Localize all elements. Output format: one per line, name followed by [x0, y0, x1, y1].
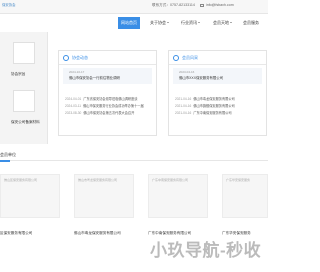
chevron-down-icon	[230, 22, 232, 24]
nav-about[interactable]: 关于协会	[147, 17, 172, 29]
member-card[interactable]: 佛山市粤龙保安服务有限公司 佛山市粤龙保安服务有限公司	[74, 174, 134, 236]
member-featured-title[interactable]: 佛山市XXX保安服务有限公司	[179, 75, 223, 80]
nav-industry-news[interactable]: 行业资讯	[178, 17, 203, 29]
top-bar: 保安协会 联系方式：0757-82133114 info@fsbaxh.com	[0, 0, 268, 14]
nav-member-services[interactable]: 会员服务	[240, 17, 262, 29]
sidebar-icon-box[interactable]	[13, 42, 35, 64]
nav-home[interactable]: 网站首页	[118, 17, 140, 29]
member-logo[interactable]: 广东华安保安服务	[222, 174, 268, 218]
members-section-title: 会员单位	[0, 152, 16, 157]
news-featured[interactable]: 2024-10-17 佛山市保安协会一行前往物业调研	[63, 68, 152, 84]
main-nav: 网站首页 关于协会 行业资讯 会员天地 会员服务	[0, 17, 268, 30]
member-card[interactable]: 广东中南保安服务有限公司 广东中南保安服务有限公司	[148, 174, 208, 235]
mail-icon	[199, 3, 204, 7]
member-logo[interactable]: 佛山区保安服务有限公司	[0, 174, 60, 218]
chevron-down-icon	[198, 22, 200, 24]
member-name[interactable]: 区保安服务有限公司	[0, 231, 32, 236]
member-icon	[173, 55, 179, 61]
news-icon	[63, 55, 69, 61]
list-item[interactable]: 2024-03-11 佛山市保安服务行业协会成功举办第十一届	[65, 103, 152, 108]
list-item[interactable]: 2023-08-30 佛山市保安协会第五次代表大会召开	[65, 110, 152, 115]
member-logo[interactable]: 佛山市粤龙保安服务有限公司	[74, 174, 134, 218]
member-featured[interactable]: 2023-04-16 佛山市XXX保安服务有限公司	[173, 68, 262, 84]
news-panel-header: 协会动态	[59, 51, 156, 65]
news-featured-title[interactable]: 佛山市保安协会一行前往物业调研	[69, 75, 120, 80]
sidebar-item-purpose[interactable]: 协会宗旨	[11, 72, 41, 77]
member-card[interactable]: 佛山区保安服务有限公司 区保安服务有限公司	[0, 174, 60, 236]
list-item[interactable]: 2021-04-16 佛山市粤龙保安服务有限公司	[175, 96, 262, 101]
member-panel-header: 会员风采	[169, 51, 266, 65]
member-panel: 会员风采 2023-04-16 佛山市XXX保安服务有限公司 2021-04-1…	[168, 50, 267, 136]
list-item[interactable]: 2024-04-01 广东省保安协会领导莅临佛山调研座谈	[65, 96, 152, 101]
nav-members[interactable]: 会员天地	[210, 17, 235, 29]
list-item[interactable]: 2021-04-16 佛山市旗舰保安服务有限公司	[175, 103, 262, 108]
member-logo[interactable]: 广东中南保安服务有限公司	[148, 174, 208, 218]
sidebar: 协会宗旨 保安公司备案材料	[0, 32, 48, 144]
contact-info: 联系方式：0757-82133114 info@fsbaxh.com	[152, 3, 234, 8]
chevron-down-icon	[167, 22, 169, 24]
sidebar-icon-box[interactable]	[13, 90, 35, 112]
section-accent	[0, 159, 10, 162]
member-card[interactable]: 广东华安保安服务 广东华安保安服务	[222, 174, 268, 235]
list-item[interactable]: 2021-04-16 广东中南保安服务有限公司	[175, 110, 262, 115]
site-tag[interactable]: 保安协会	[2, 2, 16, 7]
watermark-text: 小玖导航-秒收	[150, 241, 262, 260]
contact-email[interactable]: info@fsbaxh.com	[206, 3, 234, 7]
member-name[interactable]: 佛山市粤龙保安服务有限公司	[74, 231, 121, 236]
contact-phone: 联系方式：0757-82133114	[152, 3, 195, 7]
sidebar-item-filing[interactable]: 保安公司备案材料	[11, 120, 41, 125]
member-panel-title[interactable]: 会员风采	[182, 55, 198, 61]
news-panel-title[interactable]: 协会动态	[72, 55, 88, 61]
section-divider	[0, 159, 268, 162]
news-featured-date: 2024-10-17	[69, 70, 85, 74]
news-panel: 协会动态 2024-10-17 佛山市保安协会一行前往物业调研 2024-04-…	[58, 50, 157, 136]
member-featured-date: 2023-04-16	[179, 70, 195, 74]
